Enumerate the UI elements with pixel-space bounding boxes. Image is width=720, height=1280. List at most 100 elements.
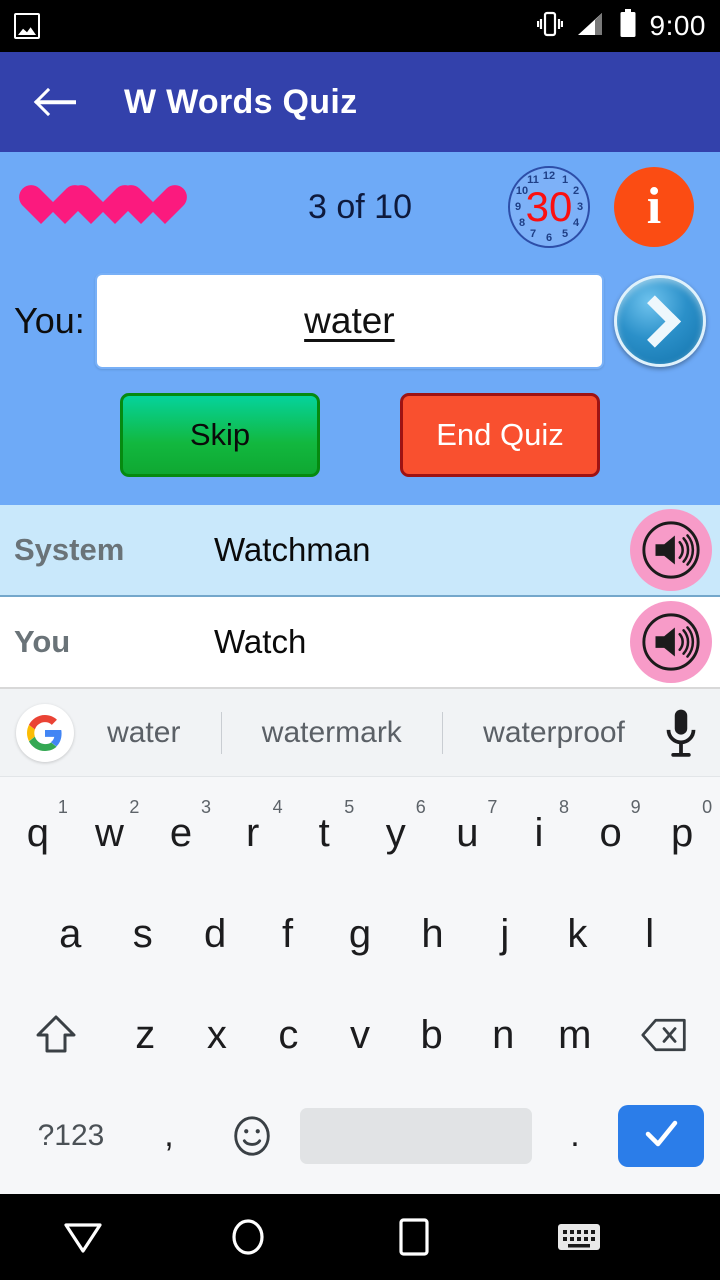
skip-button[interactable]: Skip bbox=[120, 392, 320, 477]
symbols-key[interactable]: ?123 bbox=[16, 1119, 126, 1153]
heart-icon bbox=[68, 186, 114, 228]
key-label: v bbox=[350, 1012, 370, 1057]
suggestion-divider bbox=[441, 711, 443, 754]
key-j[interactable]: j bbox=[469, 884, 541, 985]
suggestion-item[interactable]: watermark bbox=[256, 716, 408, 750]
key-w[interactable]: 2w bbox=[74, 783, 146, 884]
timer-value: 30 bbox=[525, 183, 573, 230]
key-g[interactable]: g bbox=[324, 884, 396, 985]
key-k[interactable]: k bbox=[541, 884, 613, 985]
answer-row: You: water bbox=[0, 262, 720, 380]
speaker-icon[interactable] bbox=[630, 601, 712, 683]
key-label: x bbox=[206, 1012, 227, 1057]
key-label: h bbox=[421, 912, 444, 957]
vibrate-icon bbox=[536, 9, 563, 44]
key-o[interactable]: 9o bbox=[575, 783, 647, 884]
key-label: p bbox=[671, 811, 694, 856]
info-icon-label: i bbox=[646, 177, 662, 235]
keyboard-rows: 1q 2w 3e 4r 5t 6y 7u 8i 9o 0p a s d f g … bbox=[0, 777, 720, 1194]
google-logo-icon[interactable] bbox=[16, 703, 74, 762]
key-n[interactable]: n bbox=[467, 985, 539, 1086]
key-t[interactable]: 5t bbox=[288, 783, 360, 884]
key-number: 8 bbox=[558, 797, 569, 817]
nav-recents-square-icon[interactable] bbox=[331, 1216, 497, 1258]
shift-icon[interactable] bbox=[2, 985, 109, 1086]
key-h[interactable]: h bbox=[396, 884, 468, 985]
key-i[interactable]: 8i bbox=[503, 783, 575, 884]
key-label: g bbox=[348, 912, 372, 957]
space-key[interactable] bbox=[300, 1107, 532, 1164]
history-speaker-label: You bbox=[14, 624, 71, 659]
key-e[interactable]: 3e bbox=[145, 783, 217, 884]
key-label: y bbox=[385, 811, 406, 856]
history-row-you[interactable]: You Watch bbox=[0, 597, 720, 689]
key-number: 0 bbox=[702, 797, 713, 817]
key-number: 9 bbox=[630, 797, 641, 817]
microphone-icon[interactable] bbox=[658, 705, 704, 761]
quiz-panel: 3 of 10 12 1 2 3 4 5 6 7 8 9 10 11 30 i … bbox=[0, 152, 720, 505]
keyboard-row-3: z x c v b n m bbox=[2, 985, 718, 1086]
key-b[interactable]: b bbox=[396, 985, 468, 1086]
nav-back-triangle-icon[interactable] bbox=[0, 1219, 166, 1255]
suggestion-list: water watermark waterproof bbox=[74, 711, 658, 754]
key-label: l bbox=[645, 912, 655, 957]
key-m[interactable]: m bbox=[539, 985, 611, 1086]
key-label: m bbox=[558, 1012, 592, 1057]
key-label: t bbox=[318, 811, 330, 856]
key-label: d bbox=[204, 912, 227, 957]
status-clock: 9:00 bbox=[649, 10, 706, 41]
key-label: a bbox=[59, 912, 82, 957]
suggestion-item[interactable]: water bbox=[101, 716, 186, 750]
key-d[interactable]: d bbox=[179, 884, 251, 985]
info-button[interactable]: i bbox=[614, 167, 694, 247]
key-label: k bbox=[567, 912, 588, 957]
key-number: 6 bbox=[415, 797, 426, 817]
key-label: i bbox=[534, 811, 544, 856]
comma-key[interactable]: , bbox=[134, 1116, 204, 1155]
history-row-system[interactable]: System Watchman bbox=[0, 505, 720, 597]
suggestion-bar: water watermark waterproof bbox=[0, 689, 720, 777]
phone-screen: 9:00 W Words Quiz 3 of 10 12 1 2 3 4 5 6… bbox=[0, 0, 720, 1280]
nav-home-circle-icon[interactable] bbox=[166, 1215, 332, 1259]
key-a[interactable]: a bbox=[34, 884, 106, 985]
key-y[interactable]: 6y bbox=[360, 783, 432, 884]
enter-key[interactable] bbox=[618, 1104, 704, 1167]
key-label: q bbox=[26, 811, 49, 856]
key-p[interactable]: 0p bbox=[646, 783, 718, 884]
suggestion-item[interactable]: waterproof bbox=[477, 716, 631, 750]
heart-icon bbox=[118, 186, 164, 228]
key-l[interactable]: l bbox=[614, 884, 686, 985]
key-label: o bbox=[599, 811, 622, 856]
emoji-icon[interactable] bbox=[212, 1113, 292, 1159]
key-label: c bbox=[278, 1012, 299, 1057]
key-z[interactable]: z bbox=[109, 985, 181, 1086]
key-v[interactable]: v bbox=[324, 985, 396, 1086]
key-number: 5 bbox=[344, 797, 355, 817]
period-key[interactable]: . bbox=[540, 1116, 610, 1155]
key-r[interactable]: 4r bbox=[217, 783, 289, 884]
key-number: 4 bbox=[272, 797, 283, 817]
key-u[interactable]: 7u bbox=[432, 783, 504, 884]
app-bar: W Words Quiz bbox=[0, 52, 720, 152]
next-button[interactable] bbox=[614, 275, 706, 367]
key-f[interactable]: f bbox=[251, 884, 323, 985]
backspace-icon[interactable] bbox=[611, 985, 718, 1086]
timer-clock[interactable]: 12 1 2 3 4 5 6 7 8 9 10 11 30 bbox=[508, 166, 590, 248]
key-label: e bbox=[169, 811, 193, 856]
speaker-icon[interactable] bbox=[630, 509, 712, 591]
history-word: Watchman bbox=[214, 531, 371, 568]
key-number: 2 bbox=[129, 797, 140, 817]
key-s[interactable]: s bbox=[106, 884, 178, 985]
back-arrow-icon[interactable] bbox=[34, 79, 80, 125]
end-quiz-button[interactable]: End Quiz bbox=[400, 392, 600, 477]
signal-icon bbox=[576, 11, 606, 42]
answer-input[interactable]: water bbox=[94, 273, 604, 369]
you-label: You: bbox=[14, 300, 85, 341]
nav-keyboard-icon[interactable] bbox=[497, 1220, 663, 1254]
key-label: n bbox=[492, 1012, 515, 1057]
key-label: f bbox=[282, 912, 294, 957]
clock-tick: 12 bbox=[542, 170, 556, 182]
key-c[interactable]: c bbox=[253, 985, 325, 1086]
key-q[interactable]: 1q bbox=[2, 783, 74, 884]
key-x[interactable]: x bbox=[181, 985, 253, 1086]
